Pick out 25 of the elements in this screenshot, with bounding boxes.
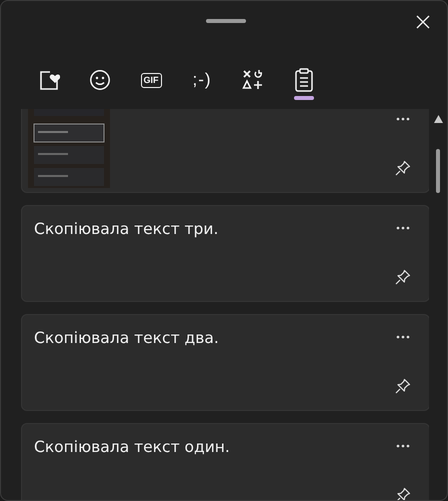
more-icon — [396, 335, 410, 339]
clipboard-icon — [293, 68, 315, 92]
drag-handle[interactable] — [206, 19, 246, 23]
clipboard-text: Скопіювала текст два. — [34, 329, 219, 347]
heart-icon — [38, 69, 60, 91]
clipboard-text: Скопіювала текст три. — [34, 220, 218, 238]
clipboard-item[interactable]: Скопіювала текст один. — [21, 423, 429, 500]
tab[interactable]: ;-) — [180, 58, 224, 102]
scroll-up-icon — [434, 115, 442, 123]
symbols-icon — [242, 69, 264, 91]
pin-icon — [395, 269, 411, 285]
clipboard-item[interactable] — [21, 109, 429, 193]
pin-icon — [395, 160, 411, 176]
pin-icon — [395, 487, 411, 500]
clipboard-item[interactable]: Скопіювала текст два. — [21, 314, 429, 411]
smiley-icon — [89, 69, 111, 91]
scroll-thumb[interactable] — [436, 149, 440, 193]
close-icon — [416, 15, 430, 29]
clipboard-item[interactable]: Скопіювала текст три. — [21, 205, 429, 302]
more-icon — [396, 117, 410, 121]
pin-icon — [395, 378, 411, 394]
tab[interactable]: GIF — [129, 58, 173, 102]
more-icon — [396, 226, 410, 230]
clipboard-text: Скопіювала текст один. — [34, 438, 230, 456]
more-icon — [396, 444, 410, 448]
